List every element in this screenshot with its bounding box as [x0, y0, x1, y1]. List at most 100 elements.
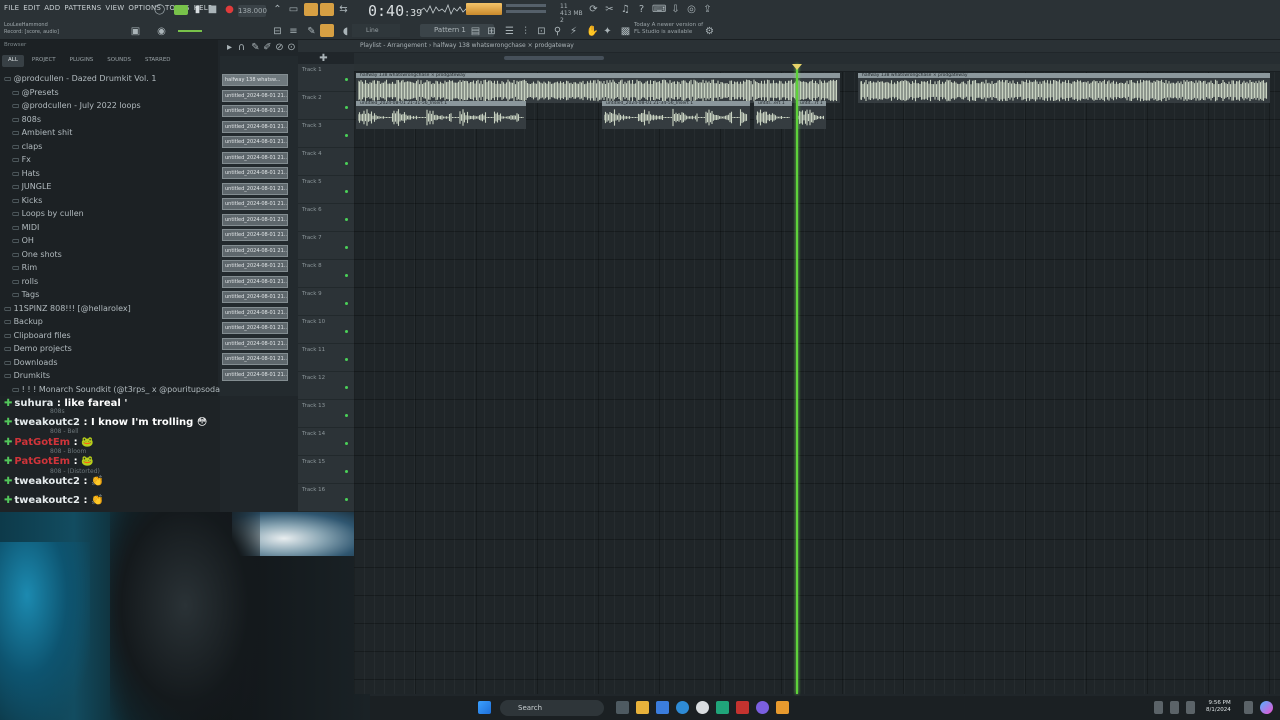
- pattern-song-toggle[interactable]: [174, 5, 188, 15]
- timeline-ruler[interactable]: [354, 64, 1280, 72]
- browser-folder[interactable]: ▭ JUNGLE: [4, 180, 216, 194]
- plugin-icon[interactable]: ⚲: [552, 26, 563, 37]
- menu-patterns[interactable]: PATTERNS: [64, 4, 101, 16]
- master-volume-slider[interactable]: [506, 4, 546, 7]
- audio-clip[interactable]: untitl...ert 1: [754, 101, 792, 129]
- pencil-icon[interactable]: ✎: [306, 26, 317, 37]
- touch-icon[interactable]: ✋: [586, 26, 598, 37]
- track-enable-led[interactable]: [345, 162, 348, 165]
- tap-icon[interactable]: ⌃: [272, 4, 283, 15]
- app-red-icon[interactable]: [736, 701, 749, 714]
- taskbar-clock[interactable]: 9:56 PM 8/1/2024: [1206, 700, 1231, 714]
- task-view-icon[interactable]: [616, 701, 629, 714]
- track-enable-led[interactable]: [345, 470, 348, 473]
- audio-clip[interactable]: halfway 138 whatswrongchase × prodgatewa…: [858, 73, 1270, 103]
- keyboard-icon[interactable]: ⌨: [652, 4, 666, 15]
- download-icon[interactable]: ⇩: [670, 4, 681, 15]
- wifi-icon[interactable]: [1170, 701, 1179, 714]
- master-pitch-slider[interactable]: [506, 10, 546, 13]
- playhead-marker[interactable]: [792, 64, 802, 70]
- track-enable-led[interactable]: [345, 78, 348, 81]
- browser-folder[interactable]: ▭ Tags: [4, 288, 216, 302]
- metronome-icon[interactable]: ◯: [154, 4, 165, 15]
- fl-studio-taskbar-icon[interactable]: [776, 701, 789, 714]
- browser-folder[interactable]: ▭ Backup: [4, 315, 216, 329]
- browser-folder[interactable]: ▭ MIDI: [4, 221, 216, 235]
- help-icon[interactable]: ?: [636, 4, 647, 15]
- pattern-item[interactable]: untitled_2024-08-01 21...: [222, 368, 288, 381]
- mute-tool-icon[interactable]: ⊙: [286, 42, 297, 53]
- browser-folder[interactable]: ▭ @Presets: [4, 86, 216, 100]
- pattern-item[interactable]: untitled_2024-08-01 21...: [222, 275, 288, 288]
- tempo-display[interactable]: 138.000: [238, 5, 267, 17]
- playlist-grid[interactable]: [354, 64, 1280, 694]
- browser-folder[interactable]: ▭ Drumkits: [4, 369, 216, 383]
- track-header[interactable]: Track 4: [298, 148, 354, 176]
- browser-folder[interactable]: ▭ One shots: [4, 248, 216, 262]
- shop-icon[interactable]: ▩: [620, 26, 631, 37]
- play-icon[interactable]: ▮: [192, 4, 203, 15]
- pattern-item[interactable]: untitled_2024-08-01 21...: [222, 151, 288, 164]
- pattern-item[interactable]: untitled_2024-08-01 21...: [222, 353, 288, 365]
- draw-tool-icon[interactable]: ✎: [250, 42, 261, 53]
- piano-roll-icon[interactable]: ⊞: [486, 26, 497, 37]
- audio-clip[interactable]: untitled_2024-08-01 21-34-56_Insert 1: [602, 101, 750, 129]
- browser-folder[interactable]: ▭ @prodcullen - July 2022 loops: [4, 99, 216, 113]
- playlist-icon[interactable]: ▤: [470, 26, 481, 37]
- track-header[interactable]: Track 14: [298, 428, 354, 456]
- channels-icon[interactable]: ⊡: [536, 26, 547, 37]
- file-explorer-icon[interactable]: [636, 701, 649, 714]
- track-enable-led[interactable]: [345, 330, 348, 333]
- pattern-item[interactable]: untitled_2024-08-01 21...: [222, 105, 288, 117]
- store-icon[interactable]: [656, 701, 669, 714]
- track-enable-led[interactable]: [345, 274, 348, 277]
- magnet-icon[interactable]: ∩: [236, 42, 247, 53]
- track-header[interactable]: Track 7: [298, 232, 354, 260]
- tab-all[interactable]: ALL: [2, 55, 24, 67]
- track-header[interactable]: Track 6: [298, 204, 354, 232]
- browser-icon[interactable]: ☰: [504, 26, 515, 37]
- pattern-item[interactable]: untitled_2024-08-01 21...: [222, 322, 288, 334]
- pattern-item[interactable]: untitled_2024-08-01 21...: [222, 120, 288, 133]
- edge-icon[interactable]: [676, 701, 689, 714]
- track-enable-led[interactable]: [345, 106, 348, 109]
- audio-clip[interactable]: untitled_2024-08-01 21-31-56_Insert 1: [356, 101, 526, 129]
- add-track-icon[interactable]: ✚: [318, 53, 329, 64]
- notification-icon[interactable]: [1244, 701, 1253, 714]
- browser-folder[interactable]: ▭ rolls: [4, 275, 216, 289]
- pattern-select[interactable]: Pattern 1: [420, 24, 494, 37]
- stop-icon[interactable]: ■: [207, 4, 218, 15]
- track-enable-led[interactable]: [345, 218, 348, 221]
- pattern-item[interactable]: untitled_2024-08-01 21...: [222, 213, 288, 226]
- track-header[interactable]: Track 12: [298, 372, 354, 400]
- pattern-item[interactable]: untitled_2024-08-01 21...: [222, 291, 288, 303]
- browser-folder[interactable]: ▭ Downloads: [4, 356, 216, 370]
- tab-project[interactable]: PROJECT: [26, 55, 62, 67]
- paint-tool-icon[interactable]: ✐: [262, 42, 273, 53]
- export-icon[interactable]: ⇪: [702, 4, 713, 15]
- tab-sounds[interactable]: SOUNDS: [101, 55, 137, 67]
- menu-edit[interactable]: EDIT: [23, 4, 40, 16]
- browser-folder[interactable]: ▭ 11SPINZ 808!!! [@hellarolex]: [4, 302, 216, 316]
- browser-folder[interactable]: ▭ Hats: [4, 167, 216, 181]
- channel-rack-icon[interactable]: ≡: [288, 26, 299, 37]
- tab-starred[interactable]: STARRED: [139, 55, 177, 67]
- news-panel[interactable]: Today A newer version of FL Studio is av…: [634, 22, 703, 36]
- track-header[interactable]: Track 13: [298, 400, 354, 428]
- record-icon[interactable]: ●: [224, 4, 235, 15]
- track-enable-led[interactable]: [345, 386, 348, 389]
- track-header[interactable]: Track 10: [298, 316, 354, 344]
- volume-icon[interactable]: [1186, 701, 1195, 714]
- loop-record-icon[interactable]: ⇆: [338, 4, 349, 15]
- main-volume-bar[interactable]: [178, 30, 202, 32]
- track-header[interactable]: Track 11: [298, 344, 354, 372]
- master-knob-icon[interactable]: ◉: [156, 26, 167, 37]
- menu-add[interactable]: ADD: [44, 4, 60, 16]
- browser-folder[interactable]: ▭ Fx: [4, 153, 216, 167]
- menu-view[interactable]: VIEW: [105, 4, 124, 16]
- copilot-icon[interactable]: [1260, 701, 1273, 714]
- snap-select[interactable]: Line: [352, 24, 400, 37]
- browser-folder[interactable]: ▭ @prodcullen - Dazed Drumkit Vol. 1: [4, 72, 216, 86]
- app-green-icon[interactable]: [716, 701, 729, 714]
- media-icon[interactable]: [696, 701, 709, 714]
